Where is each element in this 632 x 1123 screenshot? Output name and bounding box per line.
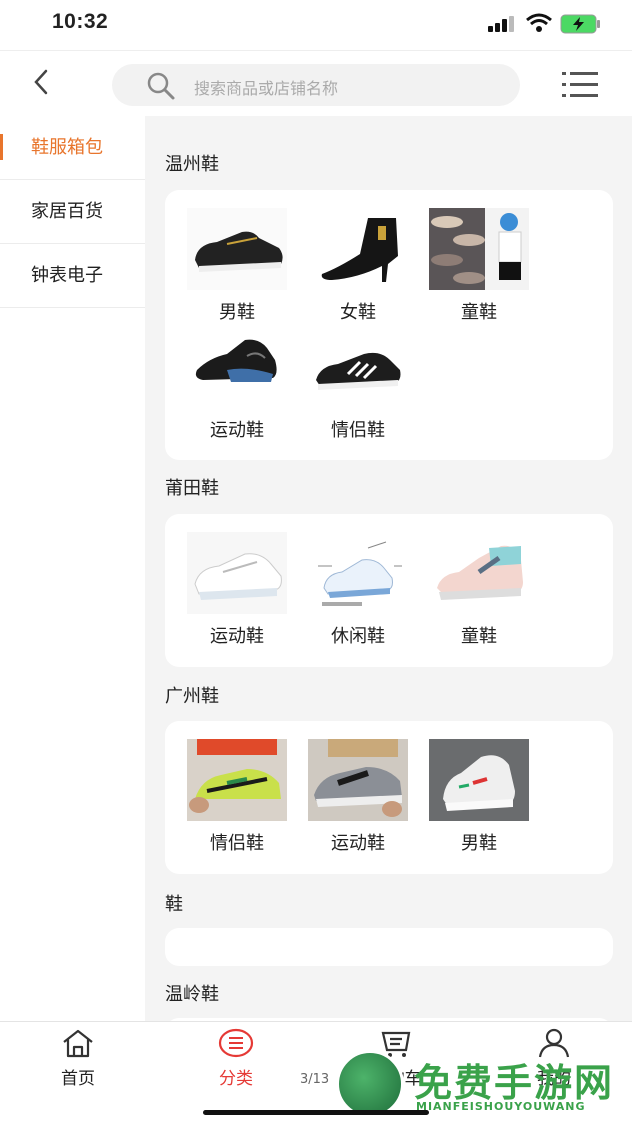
tab-label: 分类 bbox=[219, 1069, 253, 1089]
section-title: 温州鞋 bbox=[165, 154, 219, 175]
signal-icon bbox=[488, 16, 514, 32]
search-bar[interactable]: 搜索商品或店铺名称 bbox=[112, 64, 520, 106]
couple-shoe-image bbox=[308, 326, 408, 408]
back-icon[interactable] bbox=[28, 67, 56, 97]
subcategory-label: 情侣鞋 bbox=[331, 420, 385, 441]
kids-shoe-image bbox=[429, 208, 529, 290]
subcategory-label: 男鞋 bbox=[219, 302, 255, 323]
watermark-logo-icon bbox=[336, 1050, 404, 1118]
menu-list-icon[interactable] bbox=[562, 71, 598, 99]
section-card-empty bbox=[165, 928, 613, 966]
subcategory-item[interactable]: 运动鞋 bbox=[187, 532, 287, 647]
watermark-title: 免费手游网 bbox=[414, 1061, 615, 1105]
casual-shoe-image bbox=[308, 532, 408, 614]
battery-icon bbox=[560, 14, 600, 34]
subcategory-label: 运动鞋 bbox=[210, 420, 264, 441]
subcategory-panel: 温州鞋 男鞋 女鞋 童鞋 运动鞋 情侣鞋 莆田鞋 运动鞋 休闲鞋 童鞋 广州鞋 … bbox=[145, 116, 632, 1021]
section-title: 鞋 bbox=[165, 894, 183, 915]
subcategory-item[interactable]: 运动鞋 bbox=[187, 326, 287, 441]
subcategory-item[interactable]: 情侣鞋 bbox=[308, 326, 408, 441]
section-card: 男鞋 女鞋 童鞋 运动鞋 情侣鞋 bbox=[165, 190, 613, 460]
home-icon bbox=[63, 1029, 93, 1058]
category-sidebar: 鞋服箱包 家居百货 钟表电子 bbox=[0, 116, 145, 1021]
section-title: 莆田鞋 bbox=[165, 478, 219, 499]
category-icon bbox=[218, 1028, 254, 1058]
home-indicator bbox=[203, 1110, 429, 1115]
subcategory-item[interactable]: 童鞋 bbox=[429, 532, 529, 647]
womens-boot-image bbox=[308, 208, 408, 290]
subcategory-label: 童鞋 bbox=[461, 626, 497, 647]
section-card: 运动鞋 休闲鞋 童鞋 bbox=[165, 514, 613, 667]
couple-sneaker-image bbox=[187, 739, 287, 821]
status-time: 10:32 bbox=[52, 10, 109, 33]
search-placeholder: 搜索商品或店铺名称 bbox=[194, 79, 339, 98]
tab-home[interactable]: 首页 bbox=[38, 1028, 118, 1089]
section-title: 温岭鞋 bbox=[165, 984, 219, 1005]
subcategory-label: 运动鞋 bbox=[210, 626, 264, 647]
subcategory-label: 男鞋 bbox=[461, 833, 497, 854]
subcategory-item[interactable]: 男鞋 bbox=[429, 739, 529, 854]
search-icon bbox=[147, 72, 175, 100]
subcategory-item[interactable]: 运动鞋 bbox=[308, 739, 408, 854]
mens-shoe-image bbox=[187, 208, 287, 290]
tab-label: 首页 bbox=[61, 1069, 95, 1089]
wifi-icon bbox=[526, 13, 552, 32]
section-title: 广州鞋 bbox=[165, 686, 219, 707]
subcategory-item[interactable]: 情侣鞋 bbox=[187, 739, 287, 854]
watermark-subtitle: MIANFEISHOUYOUWANG bbox=[416, 1100, 586, 1113]
status-bar: 10:32 bbox=[0, 0, 632, 50]
sidebar-item-watches-electronics[interactable]: 钟表电子 bbox=[0, 244, 145, 308]
subcategory-item[interactable]: 男鞋 bbox=[187, 208, 287, 323]
page-indicator: 3/13 bbox=[300, 1072, 330, 1087]
sport-shoe-image bbox=[187, 326, 287, 408]
top-nav: 搜索商品或店铺名称 bbox=[0, 50, 632, 116]
subcategory-label: 情侣鞋 bbox=[210, 833, 264, 854]
subcategory-item[interactable]: 女鞋 bbox=[308, 208, 408, 323]
subcategory-item[interactable]: 休闲鞋 bbox=[308, 532, 408, 647]
section-card: 情侣鞋 运动鞋 男鞋 bbox=[165, 721, 613, 874]
subcategory-item[interactable]: 童鞋 bbox=[429, 208, 529, 323]
kids-sneaker-image bbox=[429, 532, 529, 614]
sidebar-item-home-goods[interactable]: 家居百货 bbox=[0, 180, 145, 244]
running-shoe-image bbox=[308, 739, 408, 821]
mens-sneaker-image bbox=[429, 739, 529, 821]
subcategory-label: 休闲鞋 bbox=[331, 626, 385, 647]
subcategory-label: 女鞋 bbox=[340, 302, 376, 323]
tab-category[interactable]: 分类 bbox=[196, 1028, 276, 1089]
sidebar-item-shoes-bags[interactable]: 鞋服箱包 bbox=[0, 116, 145, 180]
subcategory-label: 童鞋 bbox=[461, 302, 497, 323]
subcategory-label: 运动鞋 bbox=[331, 833, 385, 854]
white-sneaker-image bbox=[187, 532, 287, 614]
